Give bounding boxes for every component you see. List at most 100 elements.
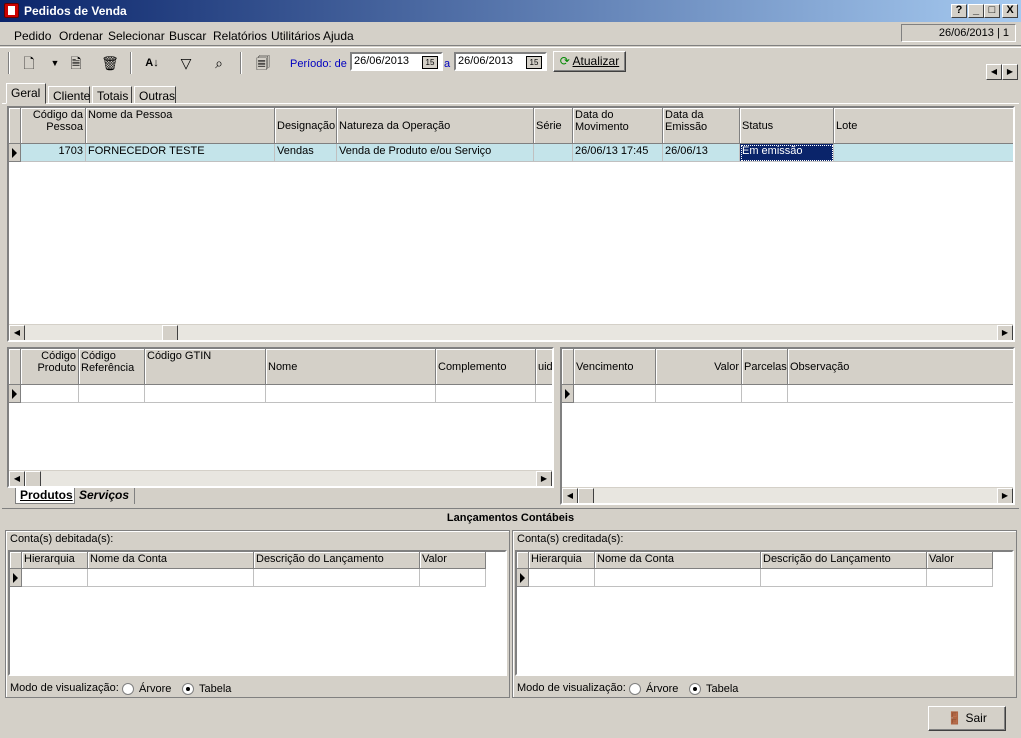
col-codigo-referencia[interactable]: Código Referência bbox=[79, 349, 145, 385]
col-observacao[interactable]: Observação bbox=[788, 349, 1013, 385]
scroll-right-icon[interactable]: ▶ bbox=[1002, 64, 1018, 80]
debit-grid[interactable]: Hierarquia Nome da Conta Descrição do La… bbox=[8, 550, 507, 676]
table-cell[interactable] bbox=[595, 569, 761, 587]
scroll-thumb[interactable] bbox=[25, 471, 41, 486]
trash-icon[interactable]: 🗑 bbox=[101, 55, 119, 71]
cell-natureza[interactable]: Venda de Produto e/ou Serviço bbox=[337, 144, 534, 162]
cell-data-movimento[interactable]: 26/06/13 17:45 bbox=[573, 144, 663, 162]
col-nome-pessoa[interactable]: Nome da Pessoa bbox=[86, 108, 275, 144]
calendar-icon[interactable]: 15 bbox=[422, 56, 438, 69]
new-document-icon[interactable]: 🗋 bbox=[20, 55, 38, 71]
table-cell[interactable] bbox=[761, 569, 927, 587]
col-valor[interactable]: Valor bbox=[927, 552, 993, 569]
col-nome[interactable]: Nome bbox=[266, 349, 436, 385]
menu-buscar[interactable]: Buscar bbox=[169, 29, 206, 43]
cell-codigo[interactable]: 1703 bbox=[21, 144, 86, 162]
tree-radio[interactable] bbox=[122, 683, 134, 695]
tree-label[interactable]: Árvore bbox=[646, 683, 678, 695]
items-grid[interactable]: Código Produto Código Referência Código … bbox=[7, 347, 554, 488]
tab-servicos[interactable]: Serviços bbox=[75, 488, 135, 504]
cell-data-emissao[interactable]: 26/06/13 bbox=[663, 144, 740, 162]
table-cell[interactable] bbox=[254, 569, 420, 587]
table-cell[interactable] bbox=[21, 385, 79, 403]
scroll-right-icon[interactable]: ▶ bbox=[997, 488, 1013, 503]
col-descricao[interactable]: Descrição do Lançamento bbox=[254, 552, 420, 569]
tab-cliente[interactable]: Cliente bbox=[48, 86, 90, 104]
table-row[interactable] bbox=[9, 385, 552, 403]
tab-totais[interactable]: Totais bbox=[92, 86, 132, 104]
orders-hscrollbar[interactable]: ◀ ▶ bbox=[9, 324, 1013, 340]
cell-designacao[interactable]: Vendas bbox=[275, 144, 337, 162]
cell-status[interactable]: Em emissão bbox=[740, 144, 834, 162]
col-nome-conta[interactable]: Nome da Conta bbox=[88, 552, 254, 569]
dropdown-arrow-icon[interactable]: ▼ bbox=[46, 55, 64, 71]
table-label[interactable]: Tabela bbox=[199, 683, 231, 695]
tree-radio[interactable] bbox=[629, 683, 641, 695]
table-cell[interactable] bbox=[574, 385, 656, 403]
scroll-left-icon[interactable]: ◀ bbox=[562, 488, 578, 503]
maximize-button[interactable]: □ bbox=[984, 4, 1000, 18]
cell-lote[interactable] bbox=[834, 144, 1013, 162]
table-cell[interactable] bbox=[529, 569, 595, 587]
col-designacao[interactable]: Designação bbox=[275, 108, 337, 144]
items-hscrollbar[interactable]: ◀ ▶ bbox=[9, 470, 552, 486]
table-cell[interactable] bbox=[420, 569, 486, 587]
binoculars-icon[interactable]: ⌕ bbox=[210, 55, 228, 71]
table-cell[interactable] bbox=[536, 385, 552, 403]
col-codigo-gtin[interactable]: Código GTIN bbox=[145, 349, 266, 385]
table-row[interactable] bbox=[562, 385, 1013, 403]
scroll-thumb[interactable] bbox=[578, 488, 594, 503]
date-from-input[interactable]: 26/06/2013 15 bbox=[350, 52, 443, 71]
help-button[interactable]: ? bbox=[951, 4, 967, 18]
sort-az-icon[interactable]: A↓ bbox=[143, 55, 161, 71]
tab-outras[interactable]: Outras bbox=[134, 86, 176, 104]
cell-serie[interactable] bbox=[534, 144, 573, 162]
col-hierarquia[interactable]: Hierarquia bbox=[22, 552, 88, 569]
date-to-input[interactable]: 26/06/2013 15 bbox=[454, 52, 547, 71]
scroll-left-icon[interactable]: ◀ bbox=[986, 64, 1002, 80]
installments-grid[interactable]: Vencimento Valor Parcelas Observação ◀ ▶ bbox=[560, 347, 1015, 505]
menu-selecionar[interactable]: Selecionar bbox=[108, 29, 165, 43]
table-cell[interactable] bbox=[88, 569, 254, 587]
col-descricao[interactable]: Descrição do Lançamento bbox=[761, 552, 927, 569]
calendar-icon[interactable]: 15 bbox=[526, 56, 542, 69]
col-codigo-produto[interactable]: Código Produto bbox=[21, 349, 79, 385]
table-row[interactable] bbox=[10, 569, 486, 587]
col-quantidade[interactable]: uida bbox=[536, 349, 552, 385]
menu-relatorios[interactable]: Relatórios bbox=[213, 29, 267, 43]
table-cell[interactable] bbox=[145, 385, 266, 403]
print-preview-icon[interactable]: 🗐 bbox=[254, 55, 272, 71]
menu-pedido[interactable]: Pedido bbox=[14, 29, 51, 43]
close-button[interactable]: X bbox=[1002, 4, 1018, 18]
table-cell[interactable] bbox=[436, 385, 536, 403]
col-data-emissao[interactable]: Data da Emissão bbox=[663, 108, 740, 144]
installments-hscrollbar[interactable]: ◀ ▶ bbox=[562, 487, 1013, 503]
edit-document-icon[interactable]: 🗎 bbox=[67, 55, 85, 71]
col-valor[interactable]: Valor bbox=[420, 552, 486, 569]
col-codigo-pessoa[interactable]: Código da Pessoa bbox=[21, 108, 86, 144]
tab-produtos[interactable]: Produtos bbox=[15, 488, 75, 504]
menu-ajuda[interactable]: Ajuda bbox=[323, 29, 354, 43]
col-serie[interactable]: Série bbox=[534, 108, 573, 144]
table-radio[interactable] bbox=[689, 683, 701, 695]
table-cell[interactable] bbox=[22, 569, 88, 587]
table-cell[interactable] bbox=[788, 385, 1013, 403]
table-cell[interactable] bbox=[79, 385, 145, 403]
orders-grid[interactable]: Código da Pessoa Nome da Pessoa Designaç… bbox=[7, 106, 1015, 342]
col-vencimento[interactable]: Vencimento bbox=[574, 349, 656, 385]
col-valor[interactable]: Valor bbox=[656, 349, 742, 385]
exit-button[interactable]: 🚪 Sair bbox=[928, 706, 1006, 731]
credit-grid[interactable]: Hierarquia Nome da Conta Descrição do La… bbox=[515, 550, 1014, 676]
scroll-thumb[interactable] bbox=[162, 325, 178, 340]
scroll-left-icon[interactable]: ◀ bbox=[9, 471, 25, 486]
minimize-button[interactable]: _ bbox=[968, 4, 984, 18]
col-natureza[interactable]: Natureza da Operação bbox=[337, 108, 534, 144]
scroll-right-icon[interactable]: ▶ bbox=[536, 471, 552, 486]
col-nome-conta[interactable]: Nome da Conta bbox=[595, 552, 761, 569]
menu-ordenar[interactable]: Ordenar bbox=[59, 29, 103, 43]
menu-utilitarios[interactable]: Utilitários bbox=[271, 29, 320, 43]
table-label[interactable]: Tabela bbox=[706, 683, 738, 695]
table-cell[interactable] bbox=[927, 569, 993, 587]
table-radio[interactable] bbox=[182, 683, 194, 695]
refresh-button[interactable]: ⟳ Atualizar bbox=[553, 51, 626, 72]
